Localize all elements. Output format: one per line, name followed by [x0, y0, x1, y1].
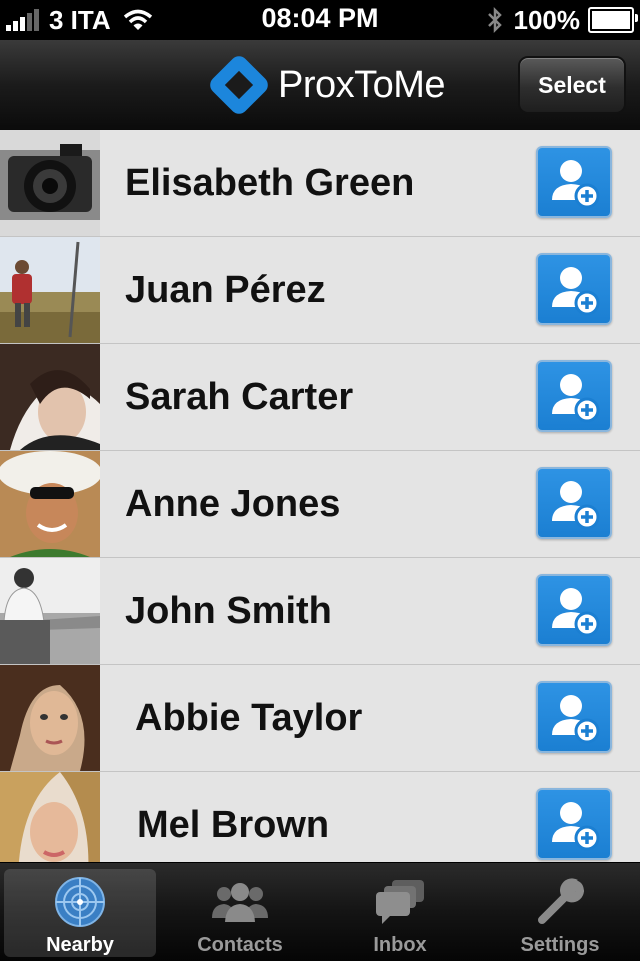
avatar [0, 237, 100, 343]
list-item[interactable]: Anne Jones [0, 451, 640, 558]
contacts-icon [212, 883, 268, 922]
list-item[interactable]: Mel Brown [0, 772, 640, 862]
tab-bar: Nearby Contacts Inbox Settings [0, 862, 640, 961]
add-contact-button[interactable] [536, 467, 612, 539]
add-contact-button[interactable] [536, 681, 612, 753]
status-right: 100% [486, 4, 638, 36]
person-name: Anne Jones [125, 483, 341, 525]
person-name: Mel Brown [137, 804, 330, 846]
avatar [0, 772, 100, 862]
add-contact-button[interactable] [536, 360, 612, 432]
tab-label: Nearby [46, 934, 114, 956]
person-name: Juan Pérez [125, 269, 326, 311]
nearby-people-list: Elisabeth Green Juan Pérez Sarah Carter … [0, 130, 640, 862]
avatar [0, 558, 100, 664]
add-contact-button[interactable] [536, 574, 612, 646]
person-name: Elisabeth Green [125, 162, 415, 204]
list-item[interactable]: Juan Pérez [0, 237, 640, 344]
list-item[interactable]: Abbie Taylor [0, 665, 640, 772]
tab-inbox[interactable]: Inbox [324, 869, 476, 957]
tab-contacts[interactable]: Contacts [164, 869, 316, 957]
add-user-icon [552, 802, 600, 851]
app-logo: ProxToMe [208, 54, 446, 116]
avatar [0, 344, 100, 450]
wrench-icon [538, 878, 585, 924]
add-user-icon [552, 374, 600, 423]
navigation-bar: ProxToMe Select [0, 40, 640, 132]
bluetooth-icon [487, 6, 502, 34]
status-bar: 3 ITA 08:04 PM 100% [0, 0, 640, 40]
app-title: ProxToMe [278, 63, 446, 106]
proxtome-logo-icon [210, 56, 268, 114]
tab-label: Settings [520, 934, 600, 956]
person-name: Abbie Taylor [135, 697, 363, 739]
list-item[interactable]: Elisabeth Green [0, 130, 640, 237]
tab-nearby[interactable]: Nearby [4, 869, 156, 957]
person-name: John Smith [125, 590, 332, 632]
avatar [0, 665, 100, 771]
tab-label: Inbox [373, 934, 427, 956]
avatar [0, 451, 100, 557]
battery-icon [588, 7, 638, 33]
add-contact-button[interactable] [536, 788, 612, 860]
list-item[interactable]: Sarah Carter [0, 344, 640, 451]
add-user-icon [552, 267, 600, 316]
list-item[interactable]: John Smith [0, 558, 640, 665]
select-button[interactable]: Select [518, 56, 626, 114]
avatar [0, 130, 100, 236]
radar-icon [55, 877, 105, 927]
add-user-icon [552, 588, 600, 637]
add-user-icon [552, 481, 600, 530]
battery-percentage: 100% [513, 4, 581, 35]
add-user-icon [552, 695, 600, 744]
add-user-icon [552, 160, 600, 209]
add-contact-button[interactable] [536, 253, 612, 325]
inbox-icon [376, 880, 424, 924]
tab-label: Contacts [197, 934, 283, 956]
add-contact-button[interactable] [536, 146, 612, 218]
tab-settings[interactable]: Settings [484, 869, 636, 957]
person-name: Sarah Carter [125, 376, 354, 418]
